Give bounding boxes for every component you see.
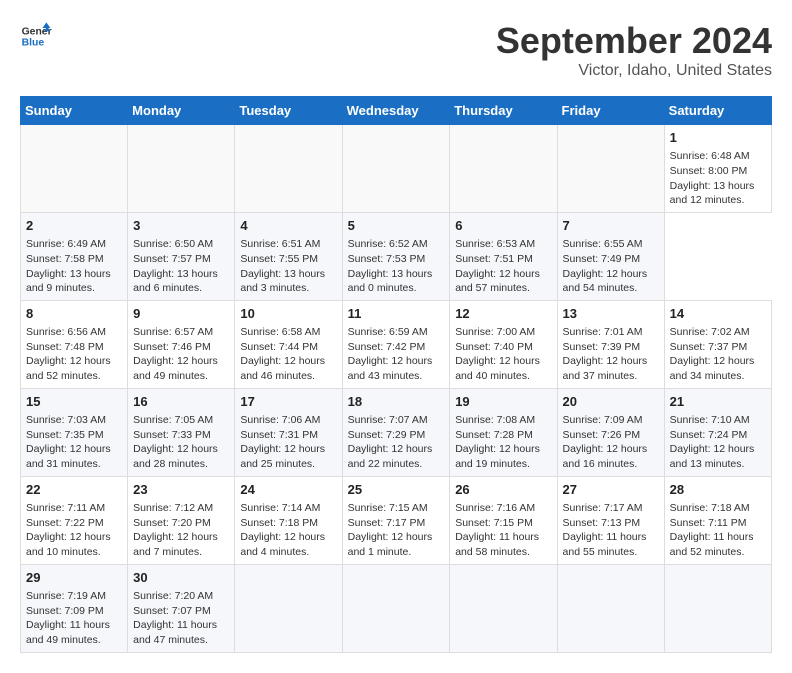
calendar-day-cell: 20Sunrise: 7:09 AMSunset: 7:26 PMDayligh…: [557, 388, 664, 476]
logo-icon: General Blue: [20, 20, 52, 52]
calendar-day-cell: 17Sunrise: 7:06 AMSunset: 7:31 PMDayligh…: [235, 388, 342, 476]
calendar-week-row: 22Sunrise: 7:11 AMSunset: 7:22 PMDayligh…: [21, 476, 772, 564]
calendar-week-row: 1Sunrise: 6:48 AMSunset: 8:00 PMDaylight…: [21, 125, 772, 213]
calendar-day-cell: 10Sunrise: 6:58 AMSunset: 7:44 PMDayligh…: [235, 300, 342, 388]
calendar-day-cell: 25Sunrise: 7:15 AMSunset: 7:17 PMDayligh…: [342, 476, 450, 564]
calendar-day-cell: 28Sunrise: 7:18 AMSunset: 7:11 PMDayligh…: [664, 476, 771, 564]
calendar-day-cell: 1Sunrise: 6:48 AMSunset: 8:00 PMDaylight…: [664, 125, 771, 213]
calendar-day-cell: 30Sunrise: 7:20 AMSunset: 7:07 PMDayligh…: [128, 564, 235, 652]
calendar-day-cell: 24Sunrise: 7:14 AMSunset: 7:18 PMDayligh…: [235, 476, 342, 564]
calendar-day-cell: 2Sunrise: 6:49 AMSunset: 7:58 PMDaylight…: [21, 212, 128, 300]
calendar-day-cell: 29Sunrise: 7:19 AMSunset: 7:09 PMDayligh…: [21, 564, 128, 652]
calendar-empty-cell: [235, 564, 342, 652]
calendar-day-cell: 12Sunrise: 7:00 AMSunset: 7:40 PMDayligh…: [450, 300, 557, 388]
calendar-week-row: 15Sunrise: 7:03 AMSunset: 7:35 PMDayligh…: [21, 388, 772, 476]
calendar-day-cell: 11Sunrise: 6:59 AMSunset: 7:42 PMDayligh…: [342, 300, 450, 388]
calendar-day-cell: 7Sunrise: 6:55 AMSunset: 7:49 PMDaylight…: [557, 212, 664, 300]
day-of-week-header: Sunday: [21, 97, 128, 125]
day-of-week-header: Friday: [557, 97, 664, 125]
calendar-day-cell: 26Sunrise: 7:16 AMSunset: 7:15 PMDayligh…: [450, 476, 557, 564]
calendar-empty-cell: [342, 564, 450, 652]
calendar-week-row: 2Sunrise: 6:49 AMSunset: 7:58 PMDaylight…: [21, 212, 772, 300]
calendar-day-cell: 27Sunrise: 7:17 AMSunset: 7:13 PMDayligh…: [557, 476, 664, 564]
month-title: September 2024: [496, 20, 772, 62]
calendar-empty-cell: [664, 564, 771, 652]
calendar-empty-cell: [128, 125, 235, 213]
calendar-day-cell: 9Sunrise: 6:57 AMSunset: 7:46 PMDaylight…: [128, 300, 235, 388]
calendar-day-cell: 4Sunrise: 6:51 AMSunset: 7:55 PMDaylight…: [235, 212, 342, 300]
calendar-week-row: 8Sunrise: 6:56 AMSunset: 7:48 PMDaylight…: [21, 300, 772, 388]
svg-text:Blue: Blue: [22, 38, 45, 49]
calendar-empty-cell: [557, 564, 664, 652]
calendar-day-cell: 13Sunrise: 7:01 AMSunset: 7:39 PMDayligh…: [557, 300, 664, 388]
calendar-empty-cell: [450, 564, 557, 652]
calendar-empty-cell: [342, 125, 450, 213]
title-block: September 2024 Victor, Idaho, United Sta…: [496, 20, 772, 80]
calendar-empty-cell: [450, 125, 557, 213]
calendar-day-cell: 19Sunrise: 7:08 AMSunset: 7:28 PMDayligh…: [450, 388, 557, 476]
day-of-week-header: Wednesday: [342, 97, 450, 125]
calendar-empty-cell: [557, 125, 664, 213]
calendar-week-row: 29Sunrise: 7:19 AMSunset: 7:09 PMDayligh…: [21, 564, 772, 652]
calendar-day-cell: 23Sunrise: 7:12 AMSunset: 7:20 PMDayligh…: [128, 476, 235, 564]
calendar-empty-cell: [21, 125, 128, 213]
calendar-day-cell: 14Sunrise: 7:02 AMSunset: 7:37 PMDayligh…: [664, 300, 771, 388]
location: Victor, Idaho, United States: [496, 62, 772, 80]
day-of-week-header: Tuesday: [235, 97, 342, 125]
calendar-empty-cell: [235, 125, 342, 213]
calendar-day-cell: 5Sunrise: 6:52 AMSunset: 7:53 PMDaylight…: [342, 212, 450, 300]
day-of-week-header: Thursday: [450, 97, 557, 125]
calendar-day-cell: 22Sunrise: 7:11 AMSunset: 7:22 PMDayligh…: [21, 476, 128, 564]
calendar-day-cell: 15Sunrise: 7:03 AMSunset: 7:35 PMDayligh…: [21, 388, 128, 476]
calendar-day-cell: 18Sunrise: 7:07 AMSunset: 7:29 PMDayligh…: [342, 388, 450, 476]
calendar-day-cell: 6Sunrise: 6:53 AMSunset: 7:51 PMDaylight…: [450, 212, 557, 300]
day-of-week-header: Monday: [128, 97, 235, 125]
calendar-day-cell: 8Sunrise: 6:56 AMSunset: 7:48 PMDaylight…: [21, 300, 128, 388]
logo: General Blue: [20, 20, 52, 52]
page-header: General Blue September 2024 Victor, Idah…: [20, 20, 772, 80]
calendar-day-cell: 16Sunrise: 7:05 AMSunset: 7:33 PMDayligh…: [128, 388, 235, 476]
calendar-day-cell: 3Sunrise: 6:50 AMSunset: 7:57 PMDaylight…: [128, 212, 235, 300]
day-of-week-header: Saturday: [664, 97, 771, 125]
calendar-table: SundayMondayTuesdayWednesdayThursdayFrid…: [20, 96, 772, 653]
calendar-day-cell: 21Sunrise: 7:10 AMSunset: 7:24 PMDayligh…: [664, 388, 771, 476]
